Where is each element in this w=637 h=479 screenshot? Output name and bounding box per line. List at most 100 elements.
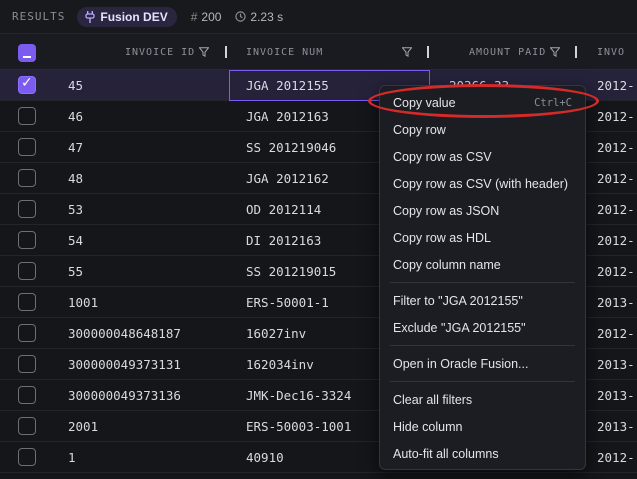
cell-invoice-date[interactable]: 2012- xyxy=(597,194,635,225)
cell-invoice-id[interactable]: 48 xyxy=(68,163,83,194)
plug-icon xyxy=(85,10,96,23)
menu-item-copy-column-name[interactable]: Copy column name xyxy=(380,251,585,278)
cell-invoice-num[interactable]: 40910 xyxy=(246,442,284,473)
cell-invoice-id[interactable]: 47 xyxy=(68,132,83,163)
row-checkbox[interactable] xyxy=(18,386,36,404)
cell-invoice-id[interactable]: 300000049373136 xyxy=(68,380,181,411)
column-label: INVOICE ID xyxy=(125,46,196,58)
menu-item-copy-row[interactable]: Copy row xyxy=(380,116,585,143)
hash-icon: # xyxy=(190,9,198,24)
environment-pill[interactable]: Fusion DEV xyxy=(77,6,177,27)
cell-invoice-date[interactable]: 2013- xyxy=(597,349,635,380)
menu-item-copy-row-json[interactable]: Copy row as JSON xyxy=(380,197,585,224)
row-checkbox[interactable] xyxy=(18,200,36,218)
column-label: INVOICE NUM xyxy=(246,46,324,58)
cell-invoice-num[interactable]: 16027inv xyxy=(246,318,306,349)
cell-invoice-num[interactable]: ERS-50003-1001 xyxy=(246,411,351,442)
cell-invoice-num[interactable]: 162034inv xyxy=(246,349,314,380)
menu-item-label: Open in Oracle Fusion... xyxy=(393,356,529,371)
menu-item-exclude-value[interactable]: Exclude "JGA 2012155" xyxy=(380,314,585,341)
grid-header: INVOICE ID INVOICE NUM AMOUNT PAID INVO xyxy=(0,34,637,70)
menu-item-label: Copy row as HDL xyxy=(393,230,491,245)
cell-invoice-id[interactable]: 300000049373131 xyxy=(68,349,181,380)
cell-invoice-id[interactable]: 55 xyxy=(68,256,83,287)
column-header-amount-paid[interactable]: AMOUNT PAID xyxy=(469,34,561,70)
column-resize-handle[interactable] xyxy=(427,46,429,58)
column-label: AMOUNT PAID xyxy=(469,46,547,58)
row-checkbox[interactable] xyxy=(18,169,36,187)
cell-invoice-date[interactable]: 2012- xyxy=(597,132,635,163)
row-checkbox[interactable] xyxy=(18,107,36,125)
column-resize-handle[interactable] xyxy=(225,46,227,58)
row-checkbox[interactable] xyxy=(18,262,36,280)
row-checkbox[interactable] xyxy=(18,324,36,342)
cell-invoice-date[interactable]: 2013- xyxy=(597,287,635,318)
menu-item-hide-column[interactable]: Hide column xyxy=(380,413,585,440)
menu-item-copy-row-csv-header[interactable]: Copy row as CSV (with header) xyxy=(380,170,585,197)
column-header-invoice-num[interactable]: INVOICE NUM xyxy=(246,34,323,70)
cell-invoice-id[interactable]: 46 xyxy=(68,101,83,132)
menu-item-label: Exclude "JGA 2012155" xyxy=(393,320,526,335)
menu-item-label: Copy row as CSV (with header) xyxy=(393,176,569,191)
menu-item-label: Copy row as JSON xyxy=(393,203,500,218)
cell-invoice-id[interactable]: 300000048648187 xyxy=(68,318,181,349)
cell-invoice-num[interactable]: JGA 2012162 xyxy=(246,163,329,194)
cell-invoice-date[interactable]: 2012- xyxy=(597,163,635,194)
menu-item-copy-row-csv[interactable]: Copy row as CSV xyxy=(380,143,585,170)
menu-item-label: Copy column name xyxy=(393,257,501,272)
cell-invoice-num[interactable]: JMK-Dec16-3324 xyxy=(246,380,351,411)
menu-item-label: Auto-fit all columns xyxy=(393,446,499,461)
cell-invoice-num[interactable]: DI 2012163 xyxy=(246,225,321,256)
cell-invoice-date[interactable]: 2012- xyxy=(597,225,635,256)
menu-item-label: Copy row as CSV xyxy=(393,149,492,164)
row-checkbox[interactable] xyxy=(18,417,36,435)
cell-invoice-num[interactable]: JGA 2012163 xyxy=(246,101,329,132)
row-checkbox[interactable] xyxy=(18,355,36,373)
cell-invoice-num[interactable]: OD 2012114 xyxy=(246,194,321,225)
menu-item-clear-all-filters[interactable]: Clear all filters xyxy=(380,386,585,413)
cell-invoice-date[interactable]: 2012- xyxy=(597,442,635,473)
column-label: INVO xyxy=(597,46,626,58)
cell-invoice-num[interactable]: ERS-50001-1 xyxy=(246,287,329,318)
cell-invoice-date[interactable]: 2012- xyxy=(597,256,635,287)
cell-invoice-id[interactable]: 53 xyxy=(68,194,83,225)
filter-funnel-icon[interactable] xyxy=(402,47,412,57)
elapsed-time: 2.23 s xyxy=(235,10,283,24)
filter-funnel-icon[interactable] xyxy=(199,47,210,57)
menu-divider xyxy=(390,345,575,346)
menu-divider xyxy=(390,381,575,382)
menu-item-auto-fit-columns[interactable]: Auto-fit all columns xyxy=(380,440,585,467)
row-checkbox[interactable] xyxy=(18,75,36,94)
cell-invoice-date[interactable]: 2013- xyxy=(597,380,635,411)
row-checkbox[interactable] xyxy=(18,448,36,466)
environment-name: Fusion DEV xyxy=(100,9,168,24)
cell-invoice-date[interactable]: 2012- xyxy=(597,101,635,132)
cell-invoice-id[interactable]: 45 xyxy=(68,70,83,101)
cell-invoice-id[interactable]: 1 xyxy=(68,442,76,473)
column-header-invoice-date[interactable]: INVO xyxy=(597,34,625,70)
menu-item-label: Hide column xyxy=(393,419,463,434)
cell-invoice-date[interactable]: 2012- xyxy=(597,318,635,349)
column-header-invoice-id[interactable]: INVOICE ID xyxy=(125,34,210,70)
row-checkbox[interactable] xyxy=(18,231,36,249)
menu-item-filter-to-value[interactable]: Filter to "JGA 2012155" xyxy=(380,287,585,314)
cell-invoice-date[interactable]: 2012- xyxy=(597,70,635,101)
menu-divider xyxy=(390,282,575,283)
cell-invoice-date[interactable]: 2013- xyxy=(597,411,635,442)
filter-funnel-icon[interactable] xyxy=(550,47,561,57)
row-checkbox[interactable] xyxy=(18,138,36,156)
cell-invoice-id[interactable]: 2001 xyxy=(68,411,98,442)
cell-invoice-id[interactable]: 1001 xyxy=(68,287,98,318)
cell-invoice-id[interactable]: 54 xyxy=(68,225,83,256)
cell-invoice-num[interactable]: SS 201219015 xyxy=(246,256,336,287)
results-label: RESULTS xyxy=(12,10,66,23)
menu-item-open-in-oracle-fusion[interactable]: Open in Oracle Fusion... xyxy=(380,350,585,377)
row-checkbox[interactable] xyxy=(18,293,36,311)
cell-invoice-num[interactable]: SS 201219046 xyxy=(246,132,336,163)
cell-invoice-num[interactable]: JGA 2012155 xyxy=(246,70,329,101)
menu-item-label: Filter to "JGA 2012155" xyxy=(393,293,523,308)
elapsed-time-value: 2.23 s xyxy=(250,9,284,24)
select-all-checkbox[interactable] xyxy=(18,44,36,62)
column-resize-handle[interactable] xyxy=(575,46,577,58)
menu-item-copy-row-hdl[interactable]: Copy row as HDL xyxy=(380,224,585,251)
